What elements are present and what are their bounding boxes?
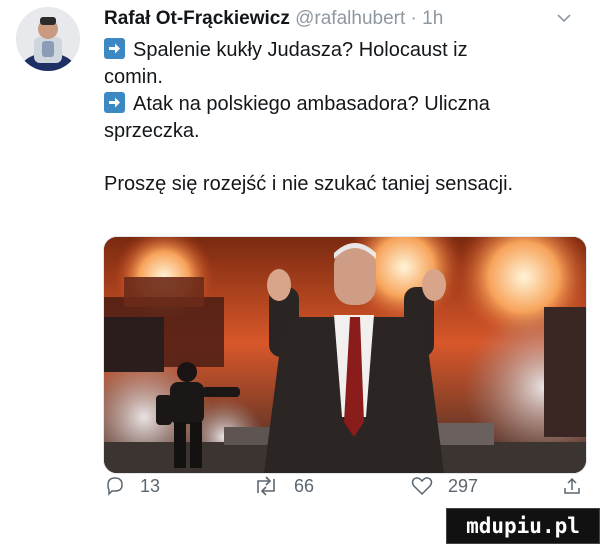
like-button[interactable]: 297 xyxy=(410,474,478,498)
retweet-button[interactable]: 66 xyxy=(252,474,314,498)
tweet-text: Spalenie kukły Judasza? Holocaust iz com… xyxy=(104,37,564,198)
like-count: 297 xyxy=(448,475,479,496)
share-button[interactable] xyxy=(562,474,596,498)
tweet-line-3: Atak na polskiego ambasadora? Uliczna xyxy=(104,91,564,118)
arrow-right-box-icon xyxy=(104,92,125,113)
reply-icon xyxy=(107,477,123,496)
action-bar: 13 66 297 xyxy=(104,470,584,500)
meta-separator: · xyxy=(410,8,417,29)
reply-button[interactable]: 13 xyxy=(104,474,160,498)
tweet-line-text: Atak na polskiego ambasadora? Uliczna xyxy=(133,93,490,115)
reply-count: 13 xyxy=(140,475,161,496)
chevron-down-icon[interactable] xyxy=(556,10,572,26)
tweet-media-image[interactable] xyxy=(103,236,587,474)
tweet-closing: Proszę się rozejść i nie szukać taniej s… xyxy=(104,173,514,195)
avatar[interactable] xyxy=(16,7,80,71)
watermark-text: mdupiu.pl xyxy=(466,514,580,538)
tweet-line-1: Spalenie kukły Judasza? Holocaust iz xyxy=(104,37,564,64)
tweet-header: Rafał Ot-Frąckiewicz @rafalhubert · 1h xyxy=(104,6,584,32)
tweet-line-2: comin. xyxy=(104,66,163,88)
tweet-line-4: sprzeczka. xyxy=(104,120,200,142)
author-handle[interactable]: @rafalhubert xyxy=(295,8,405,29)
tweet-line-text: Spalenie kukły Judasza? Holocaust iz xyxy=(133,39,468,61)
heart-icon xyxy=(411,477,433,496)
author-name[interactable]: Rafał Ot-Frąckiewicz xyxy=(104,8,290,29)
retweet-icon xyxy=(257,476,275,496)
tweet-time[interactable]: 1h xyxy=(422,8,443,29)
explosion-scene-image xyxy=(104,237,586,473)
avatar-image xyxy=(16,7,80,71)
arrow-right-box-icon xyxy=(104,38,125,59)
watermark-logo: mdupiu.pl xyxy=(446,508,600,544)
retweet-count: 66 xyxy=(294,475,315,496)
share-icon xyxy=(564,477,580,494)
